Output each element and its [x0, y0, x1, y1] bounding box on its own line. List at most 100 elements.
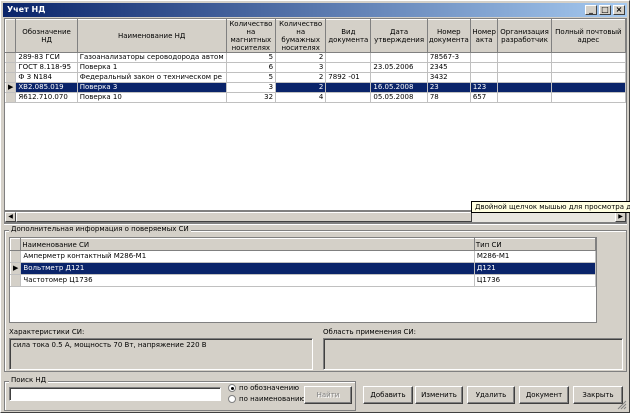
- nd-cell[interactable]: [370, 52, 428, 63]
- nd-cell[interactable]: [470, 72, 499, 83]
- si-table-row[interactable]: Частотомер Ц1736 Ц1736: [10, 274, 596, 287]
- nd-cell[interactable]: 4: [275, 92, 327, 103]
- row-indicator-arrow-icon: ▶: [5, 82, 17, 93]
- nd-cell[interactable]: 05.05.2008: [370, 92, 428, 103]
- nd-cell[interactable]: [325, 82, 372, 93]
- scroll-left-button[interactable]: ◀: [5, 212, 16, 222]
- edit-button[interactable]: Изменить: [415, 386, 463, 404]
- si-cell[interactable]: Частотомер Ц1736: [20, 274, 475, 287]
- nd-cell[interactable]: [325, 52, 372, 63]
- nd-cell[interactable]: [551, 62, 626, 73]
- scroll-right-button[interactable]: ▶: [615, 212, 626, 222]
- nd-cell[interactable]: 23: [427, 82, 471, 93]
- find-button[interactable]: Найти: [304, 386, 352, 404]
- nd-cell[interactable]: 5: [226, 72, 277, 83]
- si-table-row[interactable]: Амперметр контактный М286-М1 М286-М1: [10, 250, 596, 263]
- nd-cell[interactable]: 5: [226, 52, 277, 63]
- si-table-row[interactable]: ▶ Вольтметр Д121 Д121: [10, 262, 596, 275]
- radio-by-name[interactable]: по наименованию: [228, 395, 305, 403]
- nd-cell[interactable]: 2345: [427, 62, 471, 73]
- minimize-button[interactable]: _: [585, 5, 597, 15]
- nd-cell[interactable]: [497, 72, 552, 83]
- nd-column-header[interactable]: Количество на бумажных носителях: [275, 19, 327, 53]
- nd-table-row[interactable]: ГОСТ 8.118-95 Поверка 1 6 3 23.05.2006 2345: [5, 62, 626, 73]
- si-cell[interactable]: Вольтметр Д121: [20, 262, 475, 275]
- nd-cell[interactable]: 78567-3: [427, 52, 471, 63]
- nd-cell[interactable]: Поверка 3: [77, 82, 227, 93]
- nd-column-header[interactable]: Номер акта: [469, 19, 499, 53]
- nd-cell[interactable]: [497, 92, 552, 103]
- si-cell[interactable]: Д121: [474, 262, 596, 275]
- nd-cell[interactable]: [370, 72, 428, 83]
- application-memo[interactable]: [323, 338, 623, 370]
- nd-cell[interactable]: 32: [226, 92, 277, 103]
- nd-cell[interactable]: ХВ2.085.019: [15, 82, 78, 93]
- nd-cell[interactable]: 3: [275, 62, 327, 73]
- nd-table-row[interactable]: 289-83 ГСИ Газоанализаторы сероводорода а…: [5, 52, 626, 63]
- nd-cell[interactable]: 3: [226, 82, 277, 93]
- nd-column-header[interactable]: Обозначение НД: [15, 19, 78, 53]
- window-title: Учет НД: [7, 5, 46, 14]
- nd-cell[interactable]: [325, 62, 372, 73]
- si-cell[interactable]: М286-М1: [474, 250, 596, 263]
- nd-column-header[interactable]: Организация разработчик: [497, 19, 552, 53]
- si-cell[interactable]: Ц1736: [474, 274, 596, 287]
- nd-cell[interactable]: 7892 -01: [325, 72, 372, 83]
- radio-by-code[interactable]: по обозначению: [228, 384, 299, 392]
- characteristics-memo[interactable]: сила тока 0.5 А, мощность 70 Вт, напряже…: [9, 338, 313, 370]
- search-input[interactable]: [9, 387, 221, 401]
- nd-cell[interactable]: 123: [470, 82, 499, 93]
- nd-cell[interactable]: 2: [275, 72, 327, 83]
- nd-cell[interactable]: [551, 52, 626, 63]
- nd-table-row[interactable]: ▶ ХВ2.085.019 Поверка 3 3 2 16.05.2008 23 123: [5, 82, 626, 93]
- nd-cell[interactable]: Газоанализаторы сероводорода автом: [77, 52, 227, 63]
- close-button[interactable]: Закрыть: [573, 386, 623, 404]
- nd-column-header[interactable]: Дата утверждения: [370, 19, 428, 53]
- si-column-header[interactable]: Наименование СИ: [20, 238, 475, 251]
- nd-cell[interactable]: [470, 62, 499, 73]
- radio-by-code-label: по обозначению: [239, 384, 300, 392]
- nd-column-header[interactable]: Номер документа: [426, 19, 471, 53]
- nd-table-row[interactable]: Ф З N184 Федеральный закон о техническом …: [5, 72, 626, 83]
- nd-cell[interactable]: Федеральный закон о техническом ре: [77, 72, 227, 83]
- nd-cell[interactable]: [551, 82, 626, 93]
- nd-cell[interactable]: [551, 92, 626, 103]
- nd-cell[interactable]: Поверка 10: [77, 92, 227, 103]
- nd-cell[interactable]: Я612.710.070: [15, 92, 78, 103]
- scroll-thumb[interactable]: [16, 212, 472, 222]
- si-cell[interactable]: Амперметр контактный М286-М1: [20, 250, 475, 263]
- nd-cell[interactable]: 6: [226, 62, 277, 73]
- nd-cell[interactable]: Поверка 1: [77, 62, 227, 73]
- nd-cell[interactable]: [470, 52, 499, 63]
- close-window-button[interactable]: ×: [613, 5, 625, 15]
- nd-cell[interactable]: 2: [275, 52, 327, 63]
- si-column-header[interactable]: Тип СИ: [473, 238, 596, 251]
- nd-cell[interactable]: [497, 62, 552, 73]
- nd-column-header[interactable]: Полный почтовый адрес: [550, 19, 626, 53]
- nd-column-header[interactable]: Количество на магнитных носителях: [225, 19, 277, 53]
- nd-cell[interactable]: 16.05.2008: [370, 82, 428, 93]
- nd-cell[interactable]: [325, 92, 372, 103]
- nd-cell[interactable]: [551, 72, 626, 83]
- nd-cell[interactable]: 23.05.2006: [370, 62, 428, 73]
- delete-button[interactable]: Удалить: [467, 386, 515, 404]
- resize-grip-icon[interactable]: [617, 400, 627, 410]
- title-bar[interactable]: Учет НД _ □ ×: [3, 3, 627, 17]
- document-button[interactable]: Документ: [519, 386, 569, 404]
- nd-table[interactable]: Обозначение НД Наименование НД Количество …: [4, 18, 627, 211]
- nd-cell[interactable]: 3432: [427, 72, 471, 83]
- nd-column-header[interactable]: Вид документа: [325, 19, 372, 53]
- nd-cell[interactable]: 2: [275, 82, 327, 93]
- nd-cell[interactable]: 289-83 ГСИ: [15, 52, 78, 63]
- nd-cell[interactable]: ГОСТ 8.118-95: [15, 62, 78, 73]
- nd-column-header[interactable]: Наименование НД: [76, 19, 227, 53]
- nd-cell[interactable]: Ф З N184: [15, 72, 78, 83]
- nd-table-row[interactable]: Я612.710.070 Поверка 10 32 4 05.05.2008 78 657: [5, 92, 626, 103]
- nd-cell[interactable]: 78: [427, 92, 471, 103]
- add-button[interactable]: Добавить: [363, 386, 413, 404]
- maximize-button[interactable]: □: [599, 5, 611, 15]
- si-table[interactable]: Наименование СИ Тип СИ Амперметр контактн…: [9, 237, 597, 323]
- nd-cell[interactable]: [497, 52, 552, 63]
- nd-cell[interactable]: [497, 82, 552, 93]
- nd-cell[interactable]: 657: [470, 92, 499, 103]
